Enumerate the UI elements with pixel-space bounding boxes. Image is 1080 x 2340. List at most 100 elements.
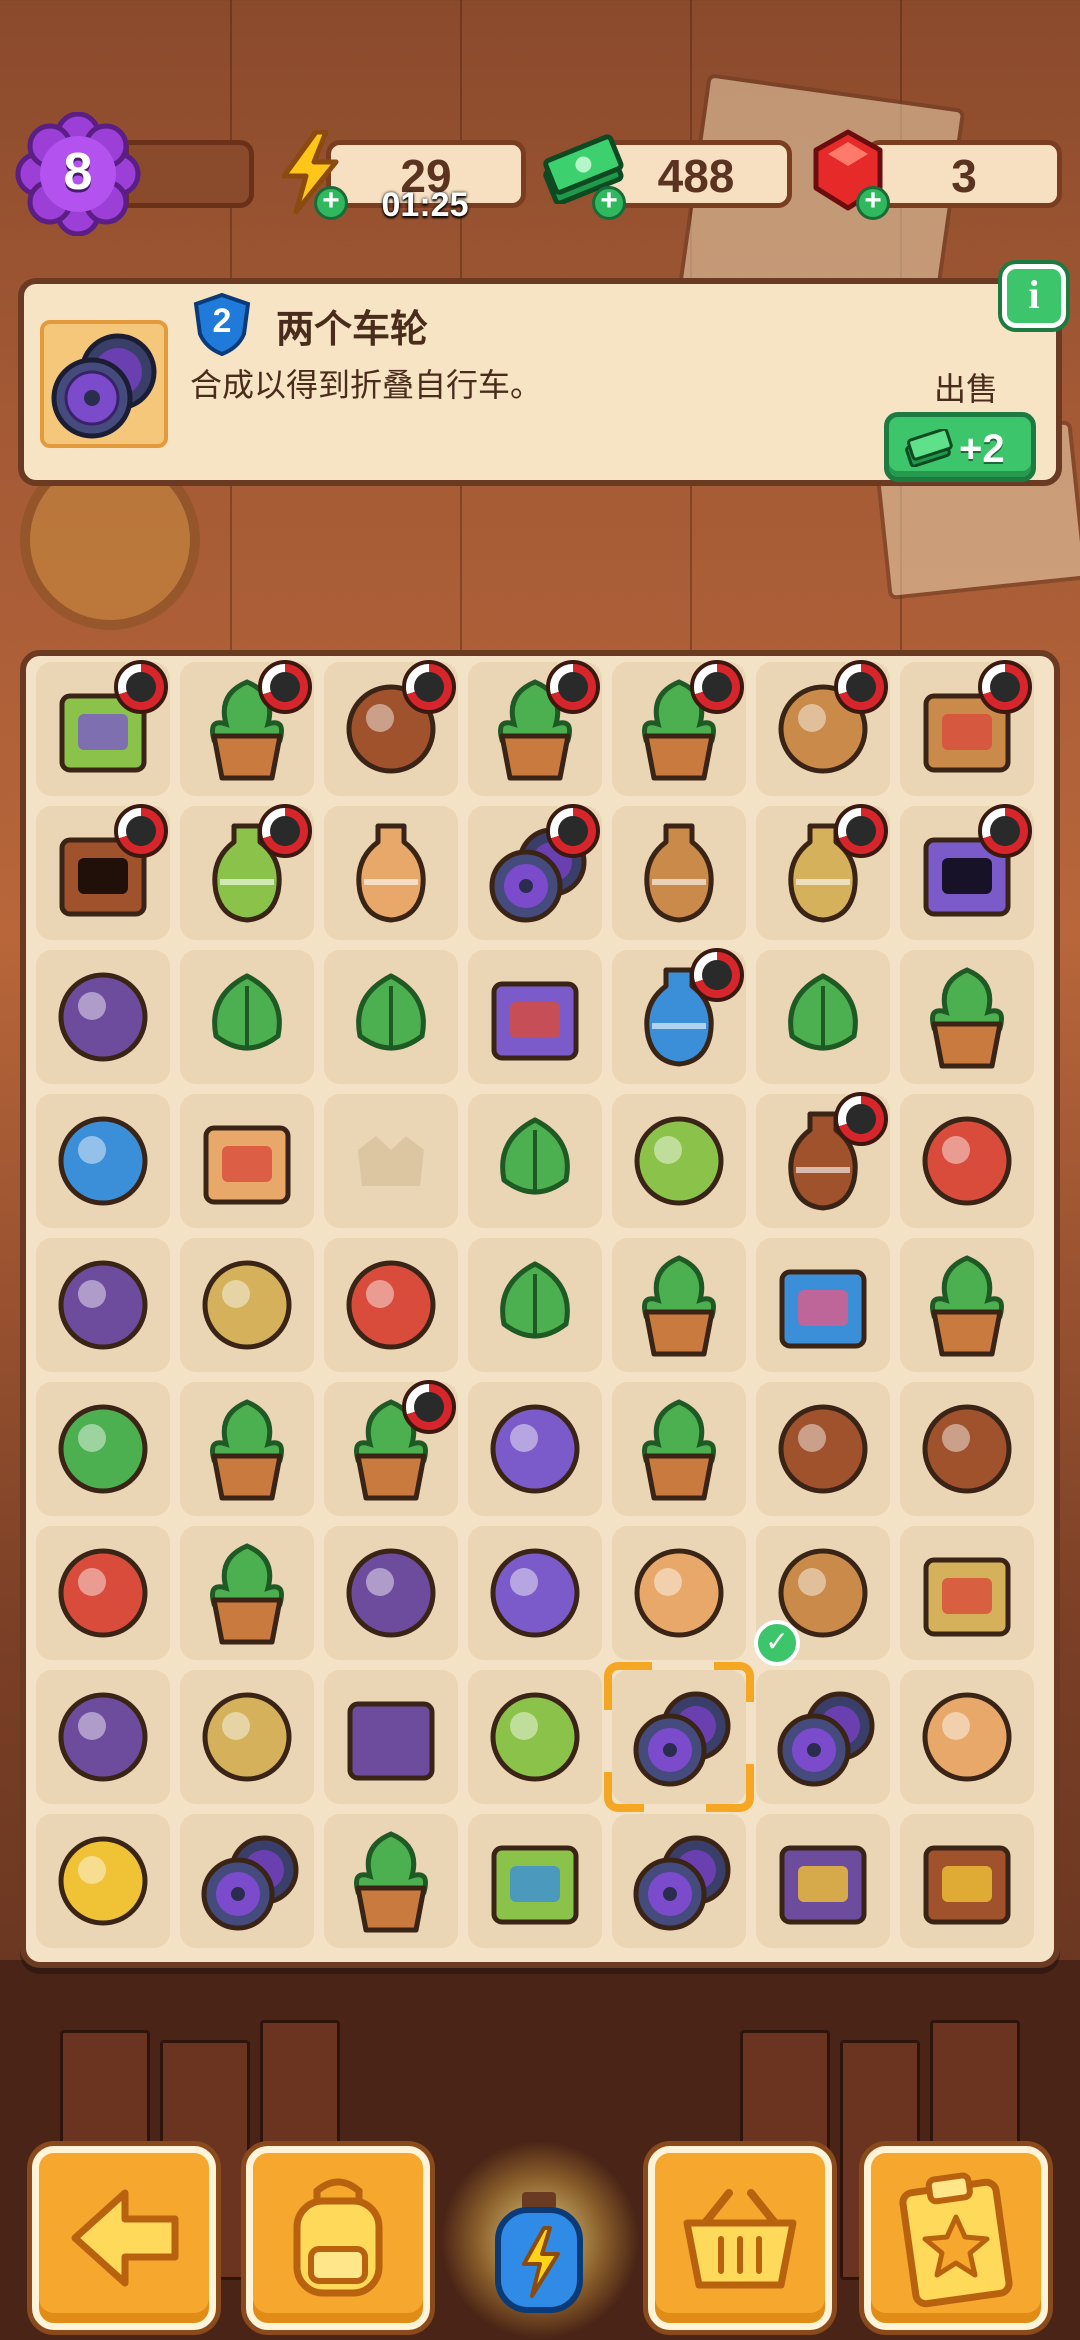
cash-counter[interactable]: 488	[600, 140, 792, 208]
board-cell-torn-paper[interactable]	[756, 1814, 890, 1948]
board-cell-red-toolbox-open[interactable]	[36, 660, 170, 796]
paper-pile-icon	[923, 1845, 1011, 1925]
lilac-moth-icon	[634, 1548, 724, 1638]
item-description: 合成以得到折叠自行车。	[190, 366, 543, 404]
pocket-watch-item	[330, 1244, 452, 1366]
selected-item-thumbnail	[40, 320, 168, 448]
board-cell-potted-sapling[interactable]	[900, 1238, 1034, 1372]
back-button[interactable]	[32, 2146, 216, 2330]
board-cell-glass-dome[interactable]	[468, 1526, 602, 1660]
orders-button[interactable]	[864, 2146, 1048, 2330]
basket-button[interactable]	[648, 2146, 832, 2330]
board-cell-pocket-watch[interactable]	[324, 1238, 458, 1372]
board-cell-berry-bush[interactable]	[468, 1238, 602, 1372]
board-cell-flower-pot[interactable]	[180, 1382, 314, 1516]
sunglasses-icon	[58, 1260, 148, 1350]
board-cell-seeds[interactable]	[180, 950, 314, 1084]
board-cell-hammer[interactable]	[36, 950, 170, 1084]
board-cell-mushroom[interactable]	[468, 1670, 602, 1804]
board-cell-folding-bike[interactable]	[180, 1814, 314, 1948]
board-cell-purple-motorbike[interactable]	[468, 804, 602, 940]
board-cell-potted-tree[interactable]	[612, 1382, 746, 1516]
board-cell-broken-pot[interactable]	[900, 950, 1034, 1084]
board-cell-folding-bike-frame[interactable]	[756, 1670, 890, 1804]
board-cell-empty[interactable]	[324, 1094, 458, 1228]
stacked-papers-icon	[779, 1269, 867, 1349]
sunglasses-item	[42, 1244, 164, 1366]
board-cell-green-cloth[interactable]	[468, 1382, 602, 1516]
board-cell-twin-lamps[interactable]	[36, 1670, 170, 1804]
board-cell-rubble[interactable]	[900, 1094, 1034, 1228]
board-cell-seed-packet[interactable]	[468, 950, 602, 1084]
cooldown-timer-icon	[834, 660, 888, 714]
board-cell-sunglasses[interactable]	[36, 1238, 170, 1372]
backpack-button[interactable]	[246, 2146, 430, 2330]
board-cell-wooden-crate-pottery[interactable]	[180, 660, 314, 796]
info-button[interactable]: i	[998, 260, 1070, 332]
board-cell-lamp-cluster[interactable]: ✓	[754, 1526, 890, 1666]
board-cell-red-pouch[interactable]	[180, 1238, 314, 1372]
board-cell-yellow-tape[interactable]	[756, 1382, 890, 1516]
board-cell-lilac-moth[interactable]	[612, 1526, 746, 1660]
board-cell-footprint-photo[interactable]	[612, 1094, 746, 1228]
board-cell-cake-shipping-box[interactable]	[900, 660, 1034, 796]
board-cell-cardboard-box[interactable]	[900, 804, 1034, 940]
board-cell-pottery-shard[interactable]	[612, 1238, 746, 1372]
board-cell-red-gloves[interactable]	[324, 1526, 458, 1660]
cooldown-timer-icon	[402, 660, 456, 714]
board-cell-ladybug[interactable]	[36, 1814, 170, 1948]
merge-board: ✓	[20, 650, 1060, 1968]
board-cell-seed-bag[interactable]	[468, 1814, 602, 1948]
energy-timer: 01:25	[381, 186, 469, 224]
board-cell-clay-jar[interactable]	[756, 1092, 890, 1228]
board-cell-tall-glass-vase[interactable]	[324, 806, 458, 940]
board-cell-bonsai-tree[interactable]	[324, 1380, 458, 1516]
board-cell-purple-lamp-box[interactable]	[900, 1526, 1034, 1660]
board-cell-planter-box-leaves[interactable]	[612, 660, 746, 796]
board-cell-small-flower-pot[interactable]	[324, 1814, 458, 1948]
add-energy-button[interactable]: +	[314, 186, 348, 220]
board-cell-cracked-pot[interactable]	[180, 1526, 314, 1660]
board-cell-red-toolbox-closed[interactable]	[180, 1094, 314, 1228]
board-cell-seed-sack[interactable]	[324, 1670, 458, 1804]
board-cell-paper-pile[interactable]	[900, 1814, 1034, 1948]
board-cell-slim-vase[interactable]	[612, 806, 746, 940]
board-cell-jet-ski[interactable]	[756, 660, 890, 796]
board-cell-green-comb[interactable]	[900, 1382, 1034, 1516]
yellow-bucket-item	[186, 1676, 308, 1798]
board-cell-round-vase[interactable]	[180, 804, 314, 940]
gem-counter[interactable]: 3	[866, 140, 1062, 208]
board-cell-single-wheel[interactable]	[612, 1814, 746, 1948]
folding-bike-frame-item	[762, 1676, 884, 1798]
board-cell-yellow-bucket-glove[interactable]	[324, 660, 458, 796]
board-cell-red-toolbox[interactable]	[36, 804, 170, 940]
board-cell-striped-vase[interactable]	[756, 804, 890, 940]
board-cell-yellow-bucket[interactable]	[180, 1670, 314, 1804]
energy-bottle-button[interactable]	[484, 2188, 594, 2318]
purple-scooter-item	[42, 1532, 164, 1654]
board-cell-magnifier[interactable]	[900, 1670, 1034, 1804]
sell-reward: +2	[959, 427, 1005, 471]
board-cell-potted-plant-seed-bag[interactable]	[468, 660, 602, 796]
seed-sack-item	[330, 1676, 452, 1798]
board-cell-stacked-papers[interactable]	[756, 1238, 890, 1372]
sell-button[interactable]: +2	[884, 412, 1036, 482]
board-cell-clay-vase[interactable]	[612, 948, 746, 1084]
board-cell-purple-moth[interactable]	[36, 1382, 170, 1516]
purple-scooter-icon	[58, 1548, 148, 1638]
flower-pot-item	[186, 1388, 308, 1510]
garden-rake-icon	[58, 1116, 148, 1206]
board-cell-purple-scooter[interactable]	[36, 1526, 170, 1660]
level-badge[interactable]: 8	[14, 111, 142, 237]
board-cell-leafy-bush[interactable]	[324, 950, 458, 1084]
add-cash-button[interactable]: +	[592, 186, 626, 220]
broken-pot-icon	[930, 967, 1004, 1069]
add-gems-button[interactable]: +	[856, 186, 890, 220]
torn-paper-item	[762, 1820, 884, 1942]
board-cell-small-seeds[interactable]	[468, 1094, 602, 1228]
board-cell-sprout[interactable]	[756, 950, 890, 1084]
backpack-icon	[293, 2178, 383, 2297]
board-cell-two-wheels[interactable]	[604, 1662, 754, 1812]
board-cell-garden-rake[interactable]	[36, 1094, 170, 1228]
selection-corner	[714, 1662, 754, 1702]
